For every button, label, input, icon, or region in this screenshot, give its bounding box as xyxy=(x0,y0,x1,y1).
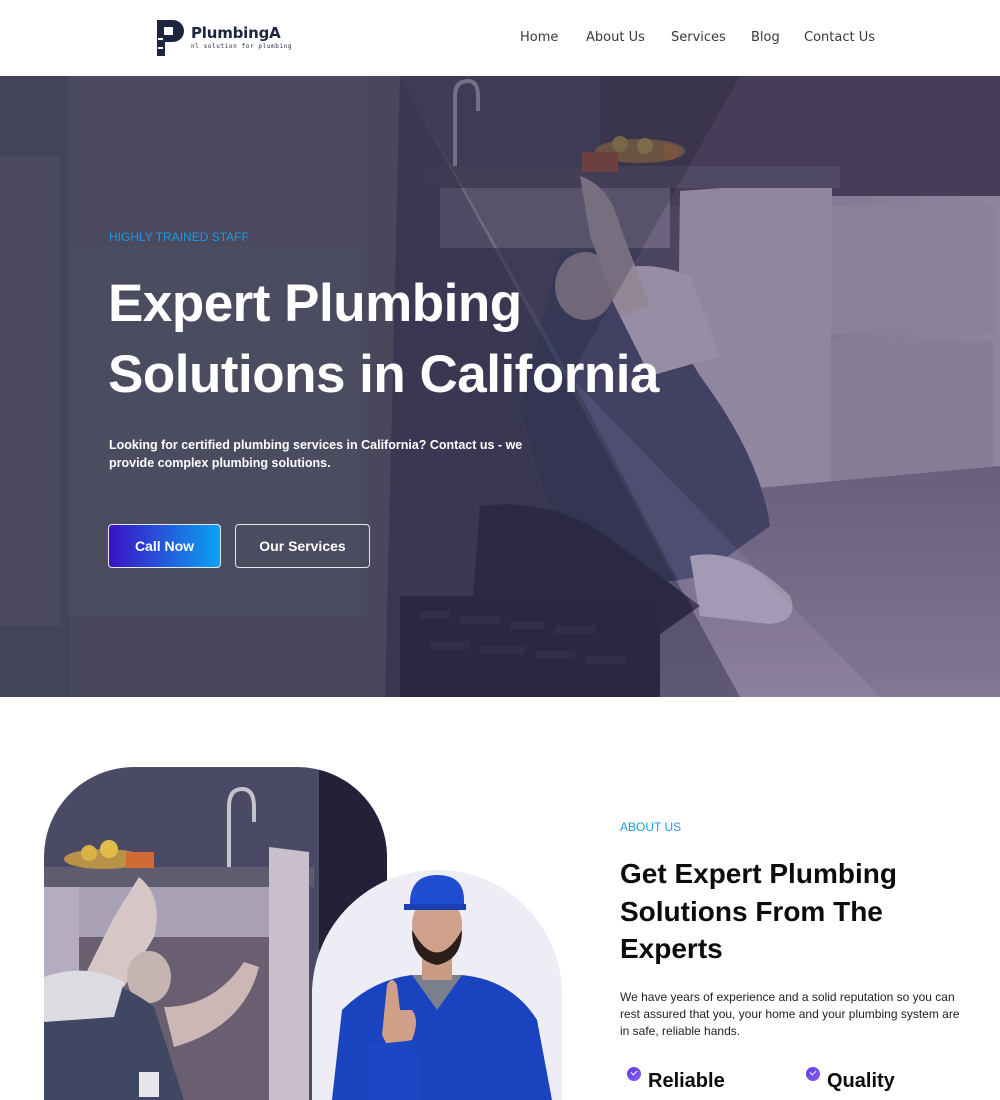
hero-section: HIGHLY TRAINED STAFF Expert Plumbing Sol… xyxy=(0,76,1000,697)
about-title: Get Expert Plumbing Solutions From The E… xyxy=(620,858,897,964)
about-image-plumber-thumbs-up xyxy=(312,870,562,1100)
main-nav: Home About Us Services Blog Contact Us xyxy=(0,30,1000,50)
nav-blog[interactable]: Blog xyxy=(751,30,780,45)
check-circle-icon xyxy=(627,1067,641,1081)
feature-label: Reliable xyxy=(648,1070,725,1092)
call-now-button[interactable]: Call Now xyxy=(108,524,221,568)
hero-title: Expert Plumbing Solutions in California xyxy=(108,268,659,410)
feature-quality: Quality xyxy=(806,1066,895,1093)
about-eyebrow: ABOUT US xyxy=(620,820,682,834)
nav-home[interactable]: Home xyxy=(520,30,558,45)
our-services-button[interactable]: Our Services xyxy=(235,524,370,568)
about-image-plumber-thumbs-up-graphic xyxy=(312,870,562,1100)
hero-title-line-1: Expert Plumbing xyxy=(108,274,522,333)
site-header: PlumbingA nl solution for plumbing Home … xyxy=(0,0,1000,76)
check-circle-icon xyxy=(806,1067,820,1081)
nav-contact-us[interactable]: Contact Us xyxy=(804,30,875,45)
feature-reliable: Reliable xyxy=(627,1066,725,1093)
feature-label: Quality xyxy=(827,1070,895,1092)
nav-about-us[interactable]: About Us xyxy=(586,30,645,45)
hero-description: Looking for certified plumbing services … xyxy=(109,438,523,470)
about-description: We have years of experience and a solid … xyxy=(620,990,960,1038)
hero-eyebrow: HIGHLY TRAINED STAFF xyxy=(109,230,249,244)
nav-services[interactable]: Services xyxy=(671,30,726,45)
hero-title-line-2: Solutions in California xyxy=(108,345,659,404)
